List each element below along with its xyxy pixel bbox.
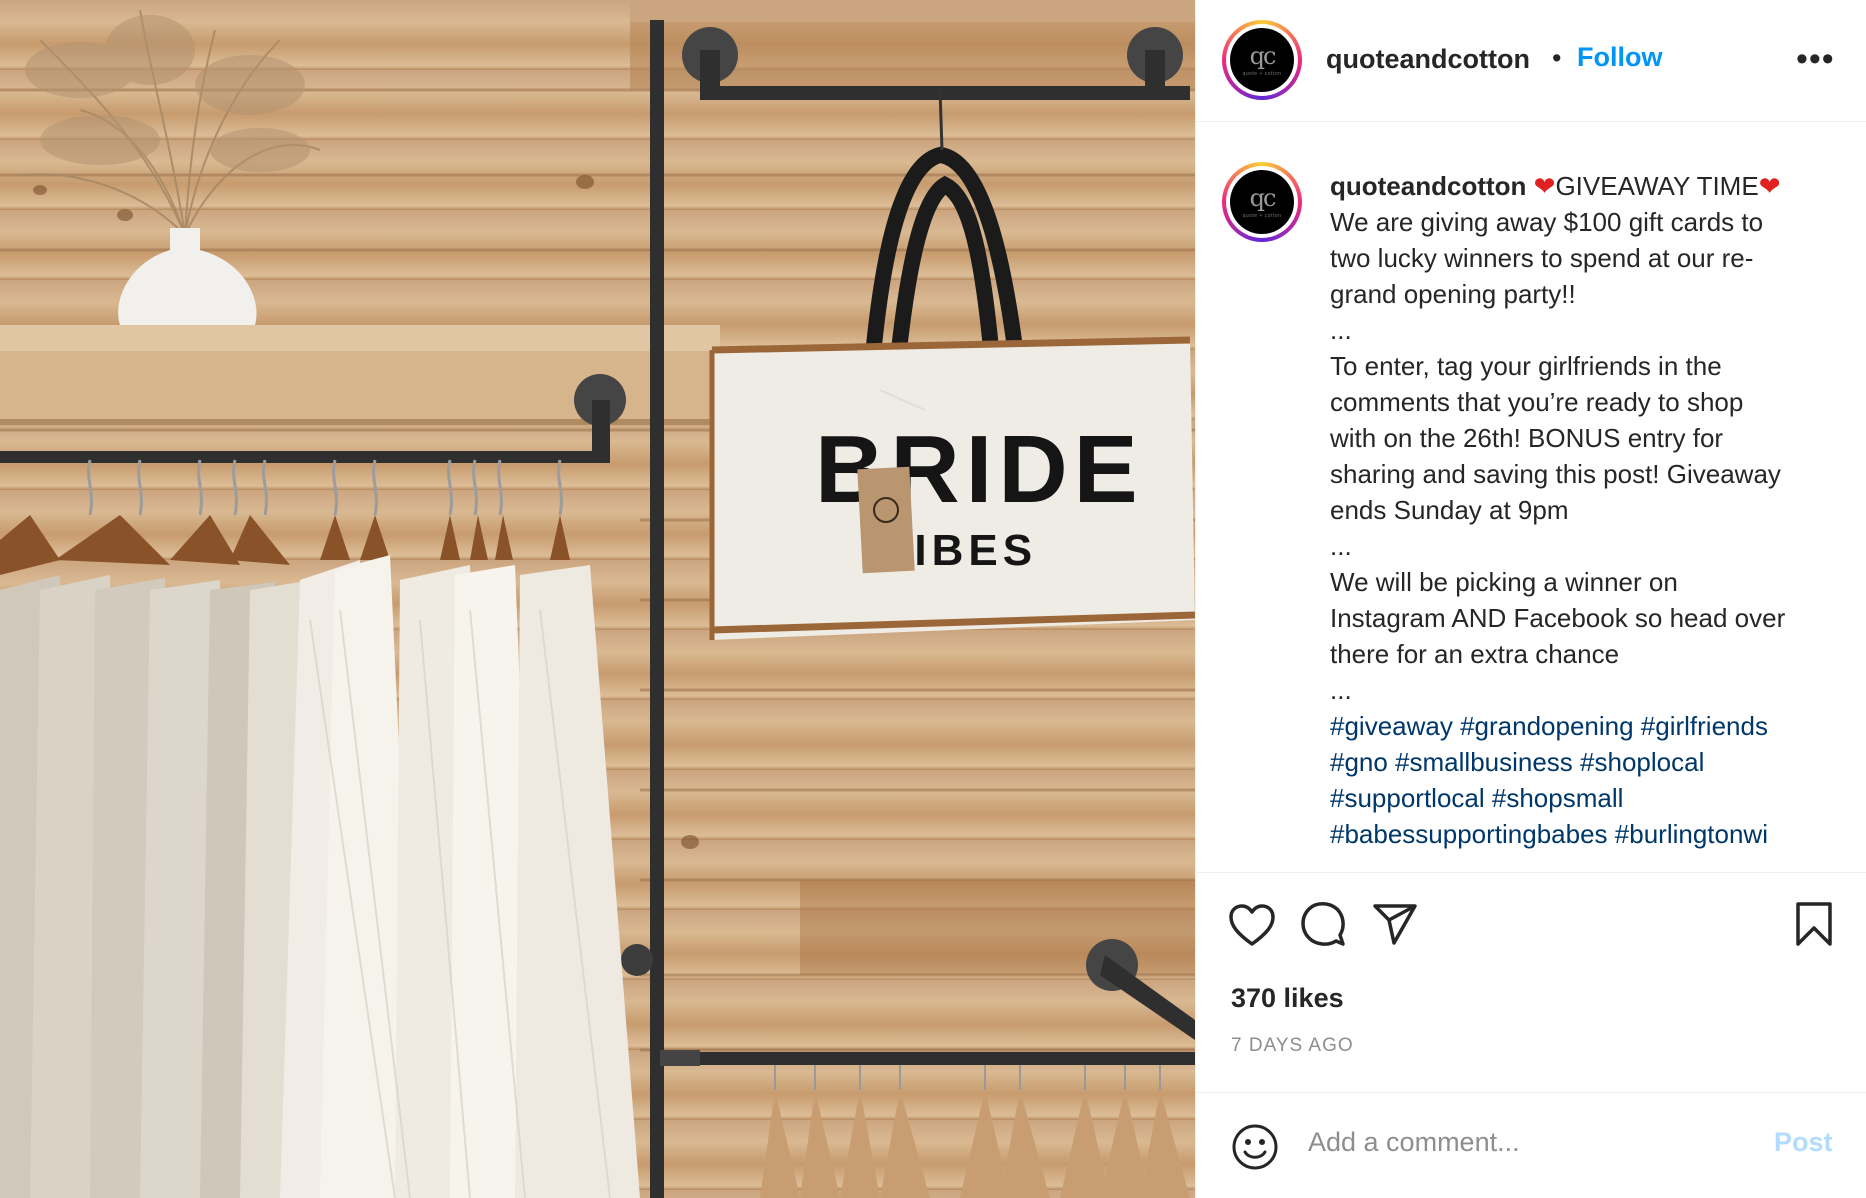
hashtag-line[interactable]: #giveaway #grandopening #girlfriends bbox=[1330, 708, 1850, 744]
caption-avatar-monogram: qc bbox=[1249, 183, 1277, 212]
post-panel: qc quote + cotton quoteandcotton • Follo… bbox=[1195, 0, 1866, 1198]
avatar-monogram: qc bbox=[1249, 41, 1277, 70]
comment-bar: Post bbox=[1196, 1092, 1866, 1198]
comment-bubble-icon[interactable] bbox=[1300, 901, 1346, 947]
bookmark-icon[interactable] bbox=[1794, 901, 1834, 947]
caption-avatar-subtext: quote + cotton bbox=[1242, 212, 1282, 219]
avatar[interactable]: qc quote + cotton bbox=[1222, 20, 1302, 100]
comment-input[interactable] bbox=[1308, 1127, 1728, 1158]
caption-line: We will be picking a winner on bbox=[1330, 567, 1678, 597]
caption-avatar-border: qc quote + cotton bbox=[1226, 166, 1298, 238]
caption-first-line: quoteandcotton ❤GIVEAWAY TIME❤ bbox=[1330, 168, 1850, 204]
caption-avatar[interactable]: qc quote + cotton bbox=[1222, 162, 1302, 242]
caption-line: two lucky winners to spend at our re- bbox=[1330, 243, 1754, 273]
caption-line: ... bbox=[1330, 531, 1352, 561]
caption-line: ... bbox=[1330, 315, 1352, 345]
paper-plane-icon[interactable] bbox=[1372, 903, 1418, 947]
caption-line: grand opening party!! bbox=[1330, 279, 1576, 309]
header-separator: • bbox=[1552, 43, 1562, 73]
post-caption: quoteandcotton ❤GIVEAWAY TIME❤ We are gi… bbox=[1330, 168, 1850, 852]
post-image[interactable]: BRIDE VIBES bbox=[0, 0, 1195, 1198]
heart-emoji-icon: ❤ bbox=[1758, 171, 1781, 201]
header-username[interactable]: quoteandcotton bbox=[1326, 44, 1530, 75]
more-options-icon[interactable]: ••• bbox=[1796, 42, 1835, 76]
action-bar bbox=[1196, 872, 1866, 972]
heart-emoji-icon: ❤ bbox=[1533, 171, 1556, 201]
smiley-icon[interactable] bbox=[1231, 1123, 1279, 1171]
hashtag-line[interactable]: #gno #smallbusiness #shoplocal bbox=[1330, 744, 1850, 780]
caption-line: ends Sunday at 9pm bbox=[1330, 495, 1569, 525]
caption-line: sharing and saving this post! Giveaway bbox=[1330, 459, 1781, 489]
post-comment-button[interactable]: Post bbox=[1774, 1127, 1833, 1158]
post-header: qc quote + cotton quoteandcotton • Follo… bbox=[1196, 0, 1866, 122]
like-count[interactable]: 370 likes bbox=[1231, 983, 1344, 1014]
caption-line: comments that you’re ready to shop bbox=[1330, 387, 1744, 417]
caption-line: there for an extra chance bbox=[1330, 639, 1620, 669]
hashtag-line[interactable]: #babessupportingbabes #burlingtonwi bbox=[1330, 816, 1850, 852]
post-image-illustration: BRIDE VIBES bbox=[0, 0, 1195, 1198]
caption-username[interactable]: quoteandcotton bbox=[1330, 171, 1526, 201]
caption-line: We are giving away $100 gift cards to bbox=[1330, 207, 1764, 237]
avatar-border: qc quote + cotton bbox=[1226, 24, 1298, 96]
caption-line: Instagram AND Facebook so head over bbox=[1330, 603, 1786, 633]
avatar-logo: qc quote + cotton bbox=[1230, 28, 1294, 92]
follow-button[interactable]: Follow bbox=[1577, 42, 1662, 73]
caption-headline: GIVEAWAY TIME bbox=[1555, 171, 1759, 201]
hashtag-line[interactable]: #supportlocal #shopsmall bbox=[1330, 780, 1850, 816]
caption-line: with on the 26th! BONUS entry for bbox=[1330, 423, 1724, 453]
caption-line: ... bbox=[1330, 675, 1352, 705]
post-timestamp[interactable]: 7 DAYS AGO bbox=[1231, 1035, 1354, 1057]
caption-line: To enter, tag your girlfriends in the bbox=[1330, 351, 1722, 381]
avatar-subtext: quote + cotton bbox=[1242, 70, 1282, 77]
heart-outline-icon[interactable] bbox=[1228, 903, 1276, 947]
caption-avatar-logo: qc quote + cotton bbox=[1230, 170, 1294, 234]
